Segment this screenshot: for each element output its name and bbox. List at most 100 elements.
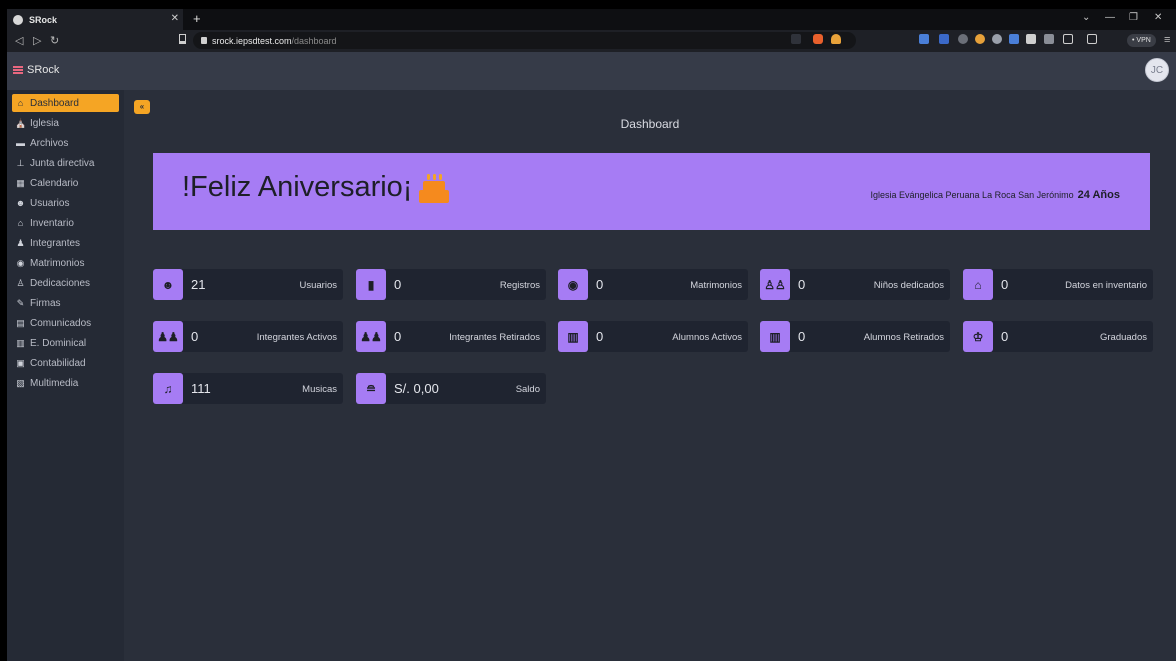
extension-badge-icon[interactable] [939, 34, 949, 44]
stat-value: 0 [596, 277, 604, 292]
brand-name: SRock [27, 64, 60, 76]
stat-card-ninos-dedicados[interactable]: ♙♙ 0 Niños dedicados [760, 269, 950, 300]
sidebar-item-label: Usuarios [30, 197, 70, 209]
stat-label: Integrantes Retirados [449, 332, 540, 343]
stat-card-musicas[interactable]: ♫ 111 Musicas [153, 373, 343, 404]
brand[interactable]: SRock [13, 64, 59, 76]
sidebar-item-label: Inventario [30, 217, 74, 229]
stat-label: Datos en inventario [1065, 280, 1147, 291]
sidebar-item-label: Firmas [30, 297, 61, 309]
stat-card-alumnos-retirados[interactable]: ▥ 0 Alumnos Retirados [760, 321, 950, 352]
url-path: /dashboard [291, 35, 337, 46]
lock-icon [201, 37, 207, 44]
stat-label: Alumnos Retirados [863, 332, 944, 343]
stat-label: Registros [499, 280, 540, 291]
music-icon: ♫ [153, 373, 183, 404]
stat-value: 0 [1001, 329, 1009, 344]
people-group-icon: ♟♟ [153, 321, 183, 352]
stat-value: 0 [191, 329, 199, 344]
graduate-icon: ♔ [963, 321, 993, 352]
sidebar-item-dashboard[interactable]: ⌂ Dashboard [12, 94, 119, 112]
browser-tab[interactable]: SRock ✕ [7, 9, 183, 30]
stat-label: Integrantes Activos [256, 332, 337, 343]
extension-orange-icon[interactable] [975, 34, 985, 44]
stat-value: S/. 0,00 [394, 381, 439, 396]
vpn-button[interactable]: • VPN [1127, 34, 1156, 47]
extension-recycle-icon[interactable] [958, 34, 968, 44]
sidebar-item-label: Dedicaciones [30, 277, 91, 289]
brave-rewards-icon[interactable] [831, 34, 841, 44]
extensions-puzzle-icon[interactable] [1026, 34, 1036, 44]
stat-card-integrantes-activos[interactable]: ♟♟ 0 Integrantes Activos [153, 321, 343, 352]
stat-card-inventario[interactable]: ⌂ 0 Datos en inventario [963, 269, 1153, 300]
tab-title: SRock [29, 14, 58, 25]
close-window-icon[interactable]: ✕ [1154, 12, 1162, 23]
stat-label: Saldo [515, 384, 540, 395]
back-icon[interactable]: ◁ [15, 34, 23, 47]
ring-icon: ◉ [16, 257, 25, 268]
stat-label: Niños dedicados [873, 280, 944, 291]
collapse-sidebar-button[interactable]: « [134, 100, 150, 114]
users-icon: ☻ [15, 198, 26, 208]
sitemap-icon: ⊥ [16, 157, 25, 168]
tab-search-icon[interactable]: ⌄ [1082, 12, 1090, 23]
stat-value: 0 [1001, 277, 1009, 292]
banner-headline-wrap: !Feliz Aniversario¡ [182, 171, 450, 204]
main-content: « Dashboard !Feliz Aniversario¡ Iglesia … [124, 90, 1176, 661]
ring-icon: ◉ [558, 269, 588, 300]
stat-value: 21 [191, 277, 206, 292]
avatar[interactable]: JC [1145, 58, 1169, 82]
stat-card-registros[interactable]: ▮ 0 Registros [356, 269, 546, 300]
photo-film-icon: ▧ [16, 377, 25, 388]
anniversary-banner: !Feliz Aniversario¡ Iglesia Evángelica P… [153, 153, 1150, 230]
restore-icon[interactable]: ❐ [1129, 12, 1138, 23]
sidebar-item-label: Contabilidad [30, 357, 86, 369]
file-icon: ▮ [356, 269, 386, 300]
stat-label: Usuarios [299, 280, 338, 291]
forward-icon[interactable]: ▷ [33, 34, 41, 47]
church-years: 24 Años [1077, 189, 1120, 201]
stat-card-usuarios[interactable]: ☻ 21 Usuarios [153, 269, 343, 300]
stat-card-alumnos-activos[interactable]: ▥ 0 Alumnos Activos [558, 321, 748, 352]
extension-blue-icon[interactable] [1009, 34, 1019, 44]
stat-label: Alumnos Activos [672, 332, 742, 343]
extension-react-icon[interactable] [992, 34, 1002, 44]
browser-menu-icon[interactable]: ≡ [1164, 34, 1170, 46]
stat-card-matrimonios[interactable]: ◉ 0 Matrimonios [558, 269, 748, 300]
tab-strip: SRock ✕ + ⌄ — ❐ ✕ [7, 9, 1176, 30]
wallet-icon[interactable] [1087, 34, 1097, 44]
stat-card-saldo[interactable]: ≘ S/. 0,00 Saldo [356, 373, 546, 404]
url-input[interactable]: srock.iepsdtest.com /dashboard [193, 32, 856, 49]
tab-close-icon[interactable]: ✕ [171, 13, 179, 24]
reading-list-icon[interactable] [1044, 34, 1054, 44]
stat-label: Matrimonios [690, 280, 742, 291]
stat-value: 0 [394, 277, 402, 292]
people-group-icon: ♟ [16, 237, 25, 248]
share-icon[interactable] [791, 34, 801, 44]
warehouse-icon: ⌂ [17, 218, 24, 228]
stat-value: 0 [798, 329, 806, 344]
sidebar: ⌂ Dashboard ⛪ Iglesia ▬ Archivos ⊥ Junta dir… [7, 90, 124, 661]
sidebar-item-label: Multimedia [30, 377, 79, 389]
brave-shield-icon[interactable] [813, 34, 823, 44]
minimize-icon[interactable]: — [1105, 12, 1115, 23]
people-group-icon: ♟♟ [356, 321, 386, 352]
stat-card-graduados[interactable]: ♔ 0 Graduados [963, 321, 1153, 352]
school-icon: ▥ [558, 321, 588, 352]
signature-icon: ✎ [16, 297, 25, 308]
url-host: srock.iepsdtest.com [212, 35, 292, 46]
site-favicon-icon [13, 14, 23, 25]
sidebar-toggle-icon[interactable] [1063, 34, 1073, 44]
stat-card-integrantes-retirados[interactable]: ♟♟ 0 Integrantes Retirados [356, 321, 546, 352]
new-tab-icon[interactable]: + [193, 11, 201, 26]
folder-icon: ▬ [16, 138, 25, 148]
reload-icon[interactable]: ↻ [50, 34, 59, 47]
hamburger-menu-icon[interactable] [13, 66, 23, 74]
cash-register-icon: ▣ [16, 357, 25, 368]
birthday-cake-icon [418, 172, 450, 204]
extension-translate-icon[interactable] [919, 34, 929, 44]
sidebar-item-label: Dashboard [30, 97, 79, 109]
bookmark-icon[interactable] [179, 34, 186, 44]
coins-icon: ≘ [356, 373, 386, 404]
sidebar-item-label: Calendario [30, 177, 79, 189]
